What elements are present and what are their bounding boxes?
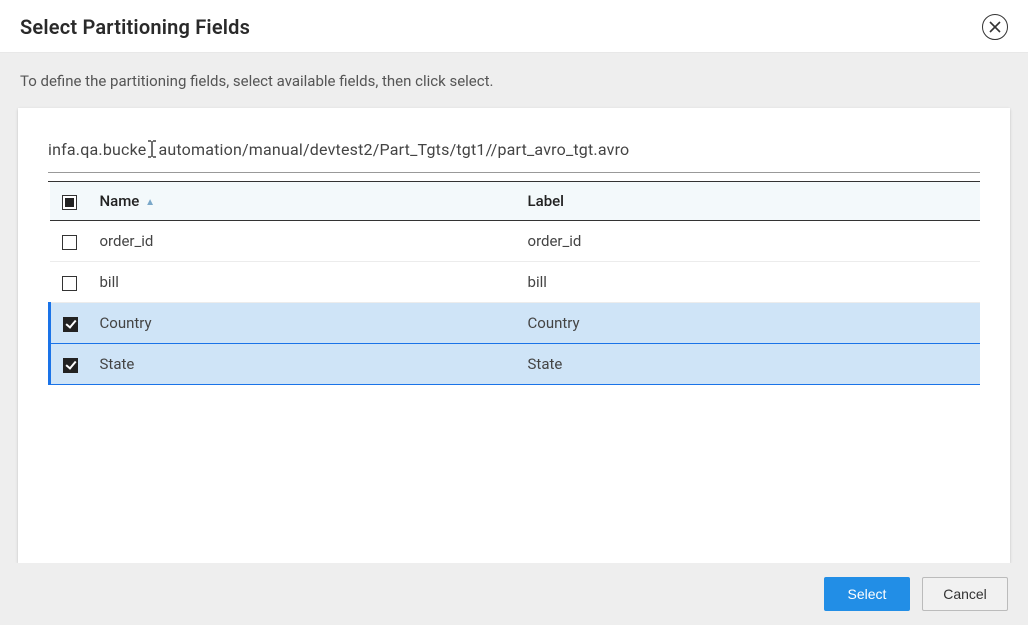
row-checkbox[interactable] bbox=[63, 358, 78, 373]
file-path: infa.qa.bucke automation/manual/devtest2/… bbox=[48, 138, 980, 173]
dialog-header: Select Partitioning Fields bbox=[0, 0, 1028, 53]
row-label: State bbox=[518, 344, 980, 385]
sort-asc-icon: ▲ bbox=[145, 197, 155, 208]
select-all-checkbox[interactable] bbox=[62, 195, 77, 210]
row-label: bill bbox=[518, 262, 980, 303]
close-icon bbox=[989, 21, 1001, 33]
column-header-label[interactable]: Label bbox=[518, 182, 980, 221]
dialog-title: Select Partitioning Fields bbox=[20, 15, 250, 39]
row-name: order_id bbox=[90, 221, 518, 262]
fields-panel: infa.qa.bucke automation/manual/devtest2/… bbox=[18, 108, 1010, 563]
table-header-row: Name ▲ Label bbox=[50, 182, 981, 221]
select-partitioning-fields-dialog: Select Partitioning Fields To define the… bbox=[0, 0, 1028, 625]
row-checkbox[interactable] bbox=[62, 235, 77, 250]
row-label: Country bbox=[518, 303, 980, 344]
table-row[interactable]: StateState bbox=[50, 344, 981, 385]
row-checkbox[interactable] bbox=[62, 276, 77, 291]
text-cursor-icon bbox=[146, 138, 158, 160]
table-row[interactable]: CountryCountry bbox=[50, 303, 981, 344]
dialog-footer: Select Cancel bbox=[0, 563, 1028, 625]
dialog-body: To define the partitioning fields, selec… bbox=[0, 53, 1028, 625]
fields-table-wrap: Name ▲ Label order_idorder_idbillbillCou… bbox=[48, 181, 980, 553]
row-checkbox-cell bbox=[50, 344, 90, 385]
row-checkbox-cell bbox=[50, 221, 90, 262]
row-checkbox[interactable] bbox=[63, 317, 78, 332]
instruction-text: To define the partitioning fields, selec… bbox=[0, 69, 1028, 108]
select-all-cell bbox=[50, 182, 90, 221]
fields-table: Name ▲ Label order_idorder_idbillbillCou… bbox=[48, 182, 980, 385]
column-header-label-label: Label bbox=[528, 192, 564, 210]
row-checkbox-cell bbox=[50, 303, 90, 344]
column-header-name-label: Name bbox=[100, 192, 140, 210]
close-button[interactable] bbox=[982, 14, 1008, 40]
file-path-post: automation/manual/devtest2/Part_Tgts/tgt… bbox=[158, 140, 629, 159]
table-row[interactable]: billbill bbox=[50, 262, 981, 303]
table-body: order_idorder_idbillbillCountryCountrySt… bbox=[50, 221, 981, 385]
row-checkbox-cell bbox=[50, 262, 90, 303]
select-button[interactable]: Select bbox=[824, 577, 910, 611]
column-header-name[interactable]: Name ▲ bbox=[90, 182, 518, 221]
table-row[interactable]: order_idorder_id bbox=[50, 221, 981, 262]
file-path-pre: infa.qa.bucke bbox=[48, 140, 146, 159]
cancel-button[interactable]: Cancel bbox=[922, 577, 1008, 611]
row-name: bill bbox=[90, 262, 518, 303]
row-name: Country bbox=[90, 303, 518, 344]
row-name: State bbox=[90, 344, 518, 385]
row-label: order_id bbox=[518, 221, 980, 262]
